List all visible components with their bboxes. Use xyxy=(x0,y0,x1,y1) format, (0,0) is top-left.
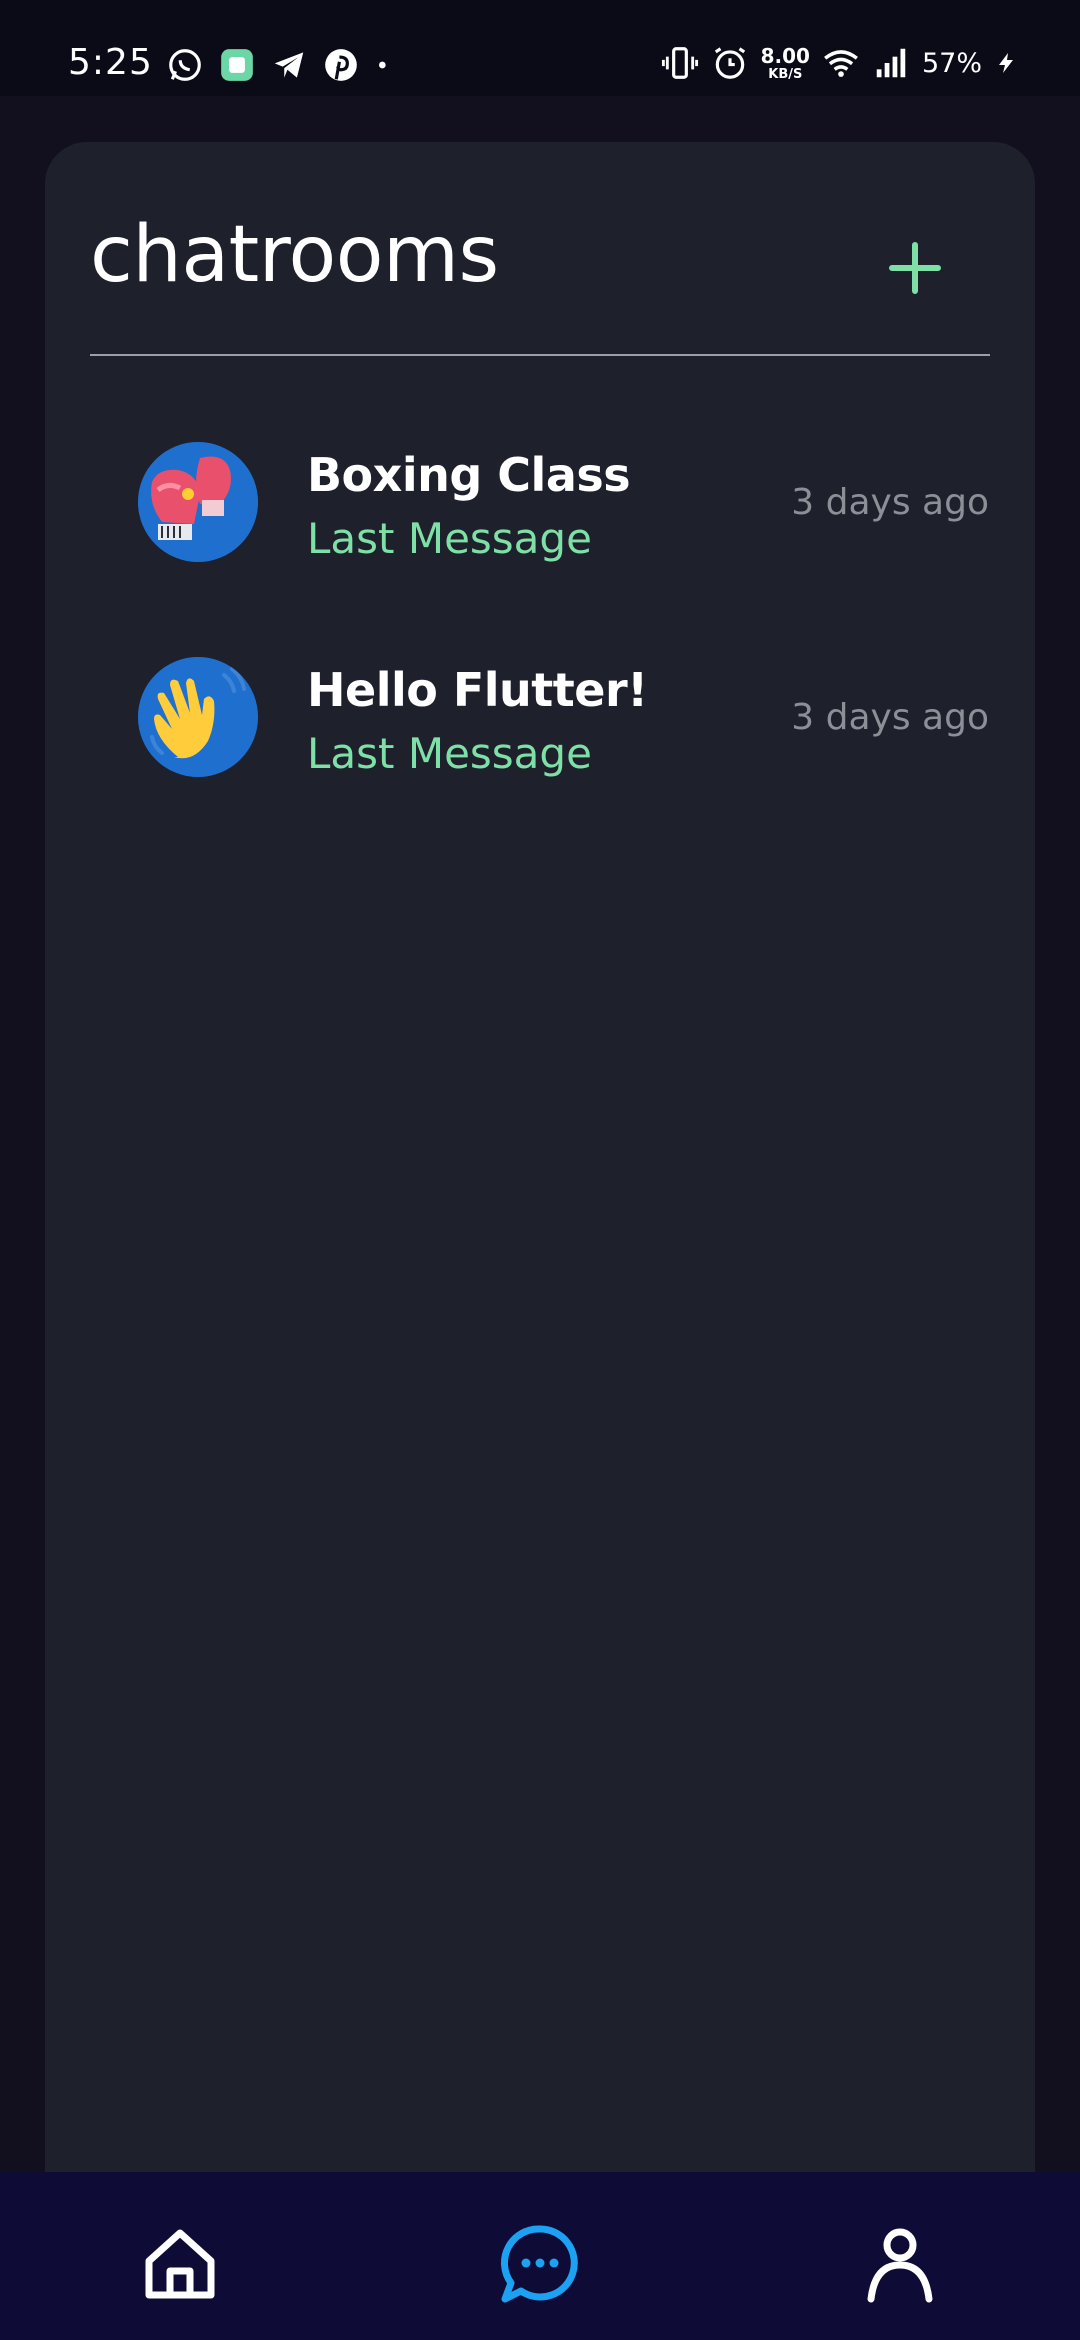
bottom-navigation xyxy=(0,2172,1080,2340)
network-speed-unit: KB/S xyxy=(768,66,803,82)
network-speed: 8.00 KB/S xyxy=(761,46,810,81)
pinterest-icon xyxy=(325,49,357,81)
app-notification-icon xyxy=(221,49,253,81)
vibrate-icon xyxy=(661,47,698,79)
profile-icon xyxy=(867,2228,933,2303)
chatroom-avatar xyxy=(138,657,258,777)
system-icons: 8.00 KB/S 57% xyxy=(661,44,1018,82)
nav-profile-button[interactable] xyxy=(850,2214,950,2314)
status-bar: 5:25 8.00 KB/S 57% xyxy=(0,0,1080,96)
chatroom-name: Hello Flutter! xyxy=(307,663,648,717)
signal-icon xyxy=(876,48,906,78)
chatroom-last-message: Last Message xyxy=(307,514,592,563)
status-time: 5:25 xyxy=(68,42,153,83)
header-divider xyxy=(90,354,990,356)
chatroom-avatar xyxy=(138,442,258,562)
home-icon xyxy=(145,2229,215,2299)
chatroom-item[interactable]: Boxing Class Last Message 3 days ago xyxy=(135,442,989,572)
plus-icon xyxy=(889,242,941,294)
add-chatroom-button[interactable] xyxy=(877,230,953,306)
more-notifications-dot-icon xyxy=(379,61,386,69)
battery-percentage: 57% xyxy=(921,47,982,79)
network-speed-value: 8.00 xyxy=(760,43,810,68)
chatroom-name: Boxing Class xyxy=(307,448,631,502)
wifi-icon xyxy=(824,50,858,77)
chatroom-last-message: Last Message xyxy=(307,729,592,778)
waving-hand-icon xyxy=(138,657,258,777)
notification-icons xyxy=(166,46,394,84)
whatsapp-icon xyxy=(169,49,201,81)
charging-icon xyxy=(999,53,1013,73)
chatrooms-card: chatrooms Boxing Class Last Message 3 da… xyxy=(45,142,1035,2242)
telegram-icon xyxy=(274,52,304,78)
boxing-gloves-icon xyxy=(138,442,258,562)
alarm-icon xyxy=(714,47,745,79)
chatroom-item[interactable]: Hello Flutter! Last Message 3 days ago xyxy=(135,657,989,787)
page-title: chatrooms xyxy=(90,210,499,300)
nav-chat-button[interactable] xyxy=(490,2214,590,2314)
chat-bubble-icon xyxy=(501,2225,578,2303)
nav-home-button[interactable] xyxy=(130,2214,230,2314)
chatroom-timestamp: 3 days ago xyxy=(791,482,989,523)
chatroom-timestamp: 3 days ago xyxy=(791,697,989,738)
